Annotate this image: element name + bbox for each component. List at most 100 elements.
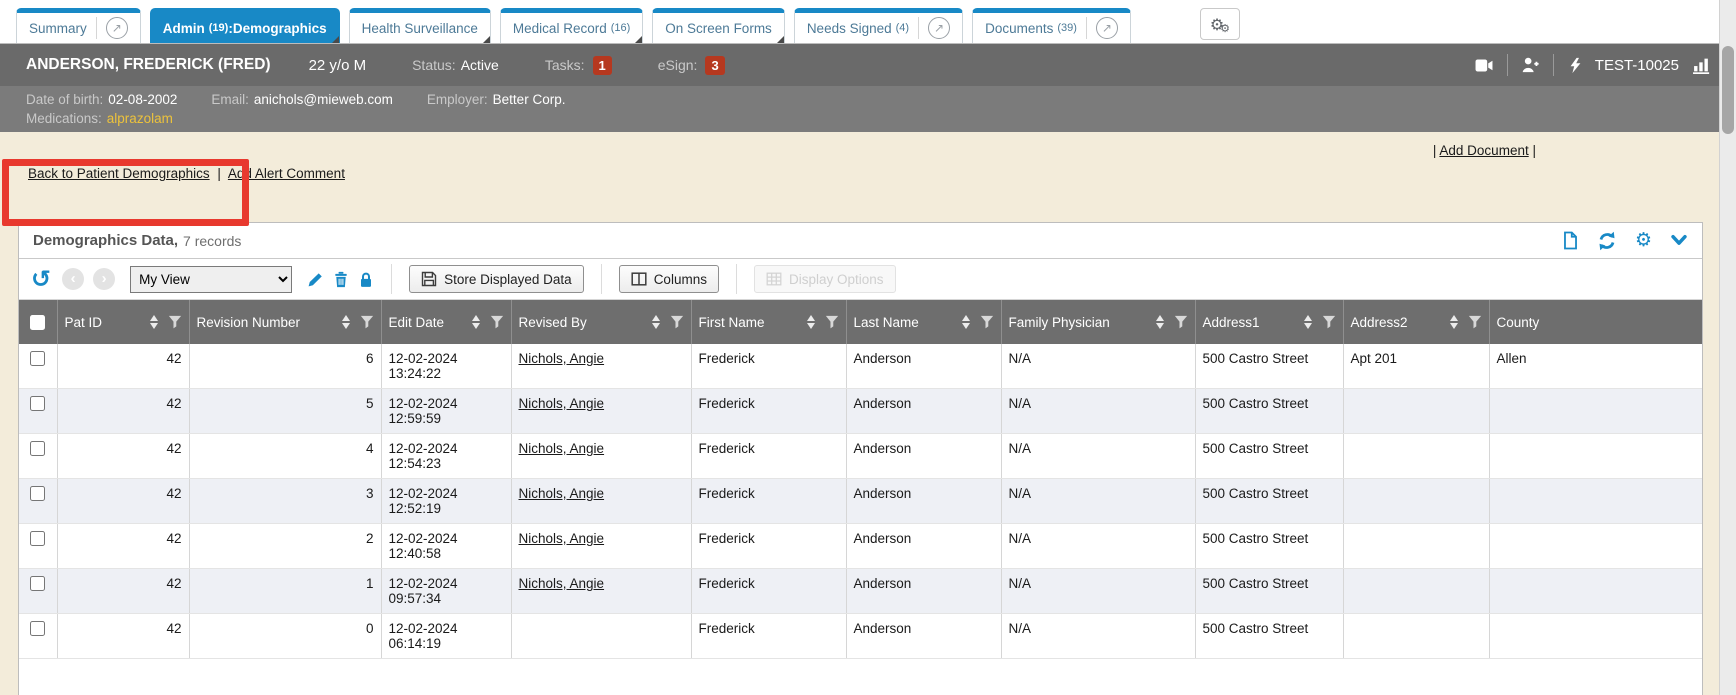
- tab-settings-button[interactable]: ⚙ ⚙: [1200, 8, 1240, 40]
- scrollbar-thumb[interactable]: [1722, 46, 1734, 134]
- tab-documents[interactable]: Documents (39) ↗: [972, 8, 1131, 43]
- tab-needs-signed-popout[interactable]: ↗: [918, 17, 950, 39]
- cell-last-name: Anderson: [846, 614, 1001, 659]
- filter-funnel-icon[interactable]: [1174, 315, 1188, 329]
- header-select-all[interactable]: [19, 300, 57, 344]
- add-person-icon[interactable]: [1522, 57, 1539, 73]
- collapse-chevron-icon[interactable]: [1670, 234, 1688, 247]
- tab-summary-popout[interactable]: ↗: [96, 17, 128, 39]
- revised-by-link[interactable]: Nichols, Angie: [519, 441, 605, 456]
- bar-chart-icon[interactable]: [1693, 56, 1710, 74]
- cell-address1: 500 Castro Street: [1195, 569, 1343, 614]
- tab-health-surveillance[interactable]: Health Surveillance: [349, 8, 491, 43]
- column-header-family-physician[interactable]: Family Physician: [1001, 300, 1195, 344]
- filter-funnel-icon[interactable]: [360, 315, 374, 329]
- tasks-label: Tasks:: [545, 57, 585, 73]
- sort-icon[interactable]: [1156, 315, 1164, 329]
- toolbar-divider: [601, 264, 602, 294]
- row-checkbox[interactable]: [30, 486, 45, 501]
- lightning-bolt-icon[interactable]: [1568, 57, 1581, 74]
- prev-view-button[interactable]: ‹: [62, 268, 84, 290]
- cell-revision: 0: [189, 614, 381, 659]
- table-row: 42 6 12-02-202413:24:22 Nichols, Angie F…: [19, 344, 1702, 389]
- tab-admin-label: Admin: [163, 21, 205, 36]
- pipe-separator: |: [1433, 143, 1437, 158]
- refresh-icon[interactable]: [1597, 231, 1617, 251]
- tab-on-screen-forms[interactable]: On Screen Forms: [652, 8, 785, 43]
- sort-icon[interactable]: [1450, 315, 1458, 329]
- medications-value[interactable]: alprazolam: [107, 111, 173, 126]
- columns-label: Columns: [654, 272, 707, 287]
- cell-pat-id: 42: [57, 614, 189, 659]
- filter-funnel-icon[interactable]: [980, 315, 994, 329]
- tab-summary[interactable]: Summary ↗: [16, 8, 141, 43]
- delete-view-trash-icon[interactable]: [333, 271, 349, 288]
- cell-first-name: Frederick: [691, 389, 846, 434]
- filter-funnel-icon[interactable]: [1468, 315, 1482, 329]
- esign-count-badge[interactable]: 3: [705, 56, 724, 75]
- demographics-links-row: Back to Patient Demographics | Add Alert…: [28, 166, 345, 181]
- back-to-patient-demographics-link[interactable]: Back to Patient Demographics: [28, 166, 210, 181]
- column-header-pat-id[interactable]: Pat ID: [57, 300, 189, 344]
- display-options-label: Display Options: [789, 272, 884, 287]
- view-select[interactable]: My View: [130, 266, 292, 293]
- filter-funnel-icon[interactable]: [490, 315, 504, 329]
- row-checkbox[interactable]: [30, 531, 45, 546]
- divider: [1553, 54, 1554, 76]
- tasks-count-badge[interactable]: 1: [593, 56, 612, 75]
- email-value: anichols@mieweb.com: [254, 92, 393, 107]
- patient-name: ANDERSON, FREDERICK (FRED): [26, 56, 271, 74]
- column-header-revision-number[interactable]: Revision Number: [189, 300, 381, 344]
- next-view-button[interactable]: ›: [93, 268, 115, 290]
- sort-icon[interactable]: [342, 315, 350, 329]
- undo-icon[interactable]: ↺: [31, 267, 51, 291]
- new-document-icon[interactable]: [1562, 231, 1579, 250]
- column-header-revised-by[interactable]: Revised By: [511, 300, 691, 344]
- column-header-county[interactable]: County: [1489, 300, 1702, 344]
- cell-first-name: Frederick: [691, 569, 846, 614]
- tab-medical-record[interactable]: Medical Record (16): [500, 8, 643, 43]
- filter-funnel-icon[interactable]: [825, 315, 839, 329]
- cell-edit-date: 12-02-202409:57:34: [381, 569, 511, 614]
- sort-icon[interactable]: [472, 315, 480, 329]
- select-all-checkbox[interactable]: [30, 315, 45, 330]
- settings-gear-icon[interactable]: ⚙: [1635, 231, 1652, 250]
- sort-icon[interactable]: [962, 315, 970, 329]
- revised-by-link[interactable]: Nichols, Angie: [519, 576, 605, 591]
- tab-needs-signed[interactable]: Needs Signed (4) ↗: [794, 8, 963, 43]
- row-checkbox[interactable]: [30, 396, 45, 411]
- row-checkbox[interactable]: [30, 576, 45, 591]
- lock-view-icon[interactable]: [358, 271, 374, 288]
- revised-by-link[interactable]: Nichols, Angie: [519, 531, 605, 546]
- column-header-first-name[interactable]: First Name: [691, 300, 846, 344]
- filter-funnel-icon[interactable]: [670, 315, 684, 329]
- column-header-address2[interactable]: Address2: [1343, 300, 1489, 344]
- sort-icon[interactable]: [150, 315, 158, 329]
- sort-icon[interactable]: [652, 315, 660, 329]
- cell-family-physician: N/A: [1001, 479, 1195, 524]
- filter-funnel-icon[interactable]: [168, 315, 182, 329]
- tab-documents-popout[interactable]: ↗: [1086, 17, 1118, 39]
- sort-icon[interactable]: [1304, 315, 1312, 329]
- column-header-last-name[interactable]: Last Name: [846, 300, 1001, 344]
- cell-address2: [1343, 479, 1489, 524]
- cell-family-physician: N/A: [1001, 434, 1195, 479]
- store-displayed-data-button[interactable]: Store Displayed Data: [409, 265, 584, 293]
- video-camera-icon[interactable]: [1475, 58, 1493, 73]
- add-document-link[interactable]: Add Document: [1439, 143, 1528, 158]
- filter-funnel-icon[interactable]: [1322, 315, 1336, 329]
- edit-view-pencil-icon[interactable]: [307, 271, 324, 288]
- revised-by-link[interactable]: Nichols, Angie: [519, 486, 605, 501]
- add-alert-comment-link[interactable]: Add Alert Comment: [228, 166, 345, 181]
- column-header-address1[interactable]: Address1: [1195, 300, 1343, 344]
- tab-admin-demographics[interactable]: Admin (19) :Demographics: [150, 8, 340, 43]
- column-header-edit-date[interactable]: Edit Date: [381, 300, 511, 344]
- row-checkbox[interactable]: [30, 441, 45, 456]
- row-checkbox[interactable]: [30, 621, 45, 636]
- vertical-scrollbar[interactable]: [1719, 0, 1736, 695]
- sort-icon[interactable]: [807, 315, 815, 329]
- row-checkbox[interactable]: [30, 351, 45, 366]
- revised-by-link[interactable]: Nichols, Angie: [519, 351, 605, 366]
- columns-button[interactable]: Columns: [619, 265, 719, 293]
- revised-by-link[interactable]: Nichols, Angie: [519, 396, 605, 411]
